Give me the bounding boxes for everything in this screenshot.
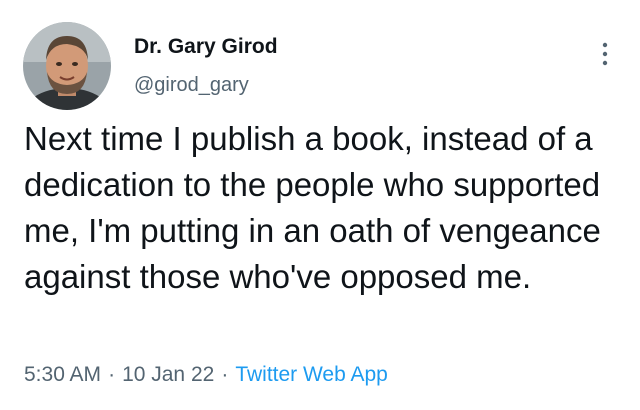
tweet-card: Dr. Gary Girod @girod_gary Next time I p…: [0, 0, 640, 410]
author-avatar[interactable]: [23, 22, 111, 110]
tweet-date[interactable]: 10 Jan 22: [122, 363, 214, 386]
tweet-text: Next time I publish a book, instead of a…: [24, 120, 601, 295]
author-handle[interactable]: @girod_gary: [134, 74, 249, 97]
separator-dot: ·: [108, 363, 116, 386]
separator-dot: ·: [221, 363, 229, 386]
user-avatar-photo-icon: [23, 22, 111, 110]
author-display-name[interactable]: Dr. Gary Girod: [134, 35, 278, 59]
tweet-time[interactable]: 5:30 AM: [24, 363, 101, 386]
more-options-button[interactable]: [594, 36, 616, 72]
more-vertical-icon: [602, 42, 608, 66]
tweet-metadata: 5:30 AM · 10 Jan 22 · Twitter Web App: [24, 363, 388, 387]
tweet-source-link[interactable]: Twitter Web App: [235, 363, 388, 386]
